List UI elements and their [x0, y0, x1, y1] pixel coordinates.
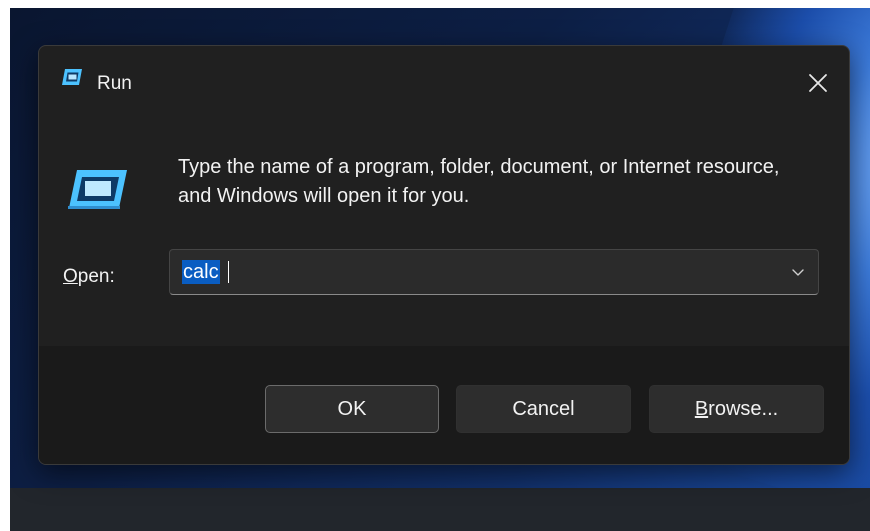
open-label-mnemonic: O — [63, 266, 78, 287]
open-label: Open: — [63, 266, 115, 288]
run-dialog: Run Type the name of a program, folder, … — [38, 45, 850, 465]
close-button[interactable] — [799, 64, 837, 102]
open-label-text: pen: — [77, 266, 115, 287]
text-caret — [228, 261, 229, 283]
chevron-down-icon — [792, 269, 804, 276]
run-icon — [61, 68, 83, 86]
browse-mnemonic: B — [694, 398, 709, 420]
title-bar[interactable]: Run — [39, 46, 849, 110]
desktop-background: Run Type the name of a program, folder, … — [10, 8, 870, 531]
taskbar — [10, 488, 870, 531]
ok-button[interactable]: OK — [265, 385, 439, 433]
dialog-description: Type the name of a program, folder, docu… — [178, 156, 780, 207]
browse-button[interactable]: Browse... — [649, 385, 824, 433]
dialog-title: Run — [97, 73, 132, 94]
dropdown-button[interactable] — [790, 264, 806, 280]
open-input[interactable]: calc — [182, 260, 220, 284]
cancel-button[interactable]: Cancel — [456, 385, 631, 433]
close-icon — [809, 74, 827, 92]
run-icon — [67, 168, 129, 210]
open-combobox[interactable]: calc — [169, 249, 819, 295]
browse-label: rowse... — [708, 398, 779, 420]
